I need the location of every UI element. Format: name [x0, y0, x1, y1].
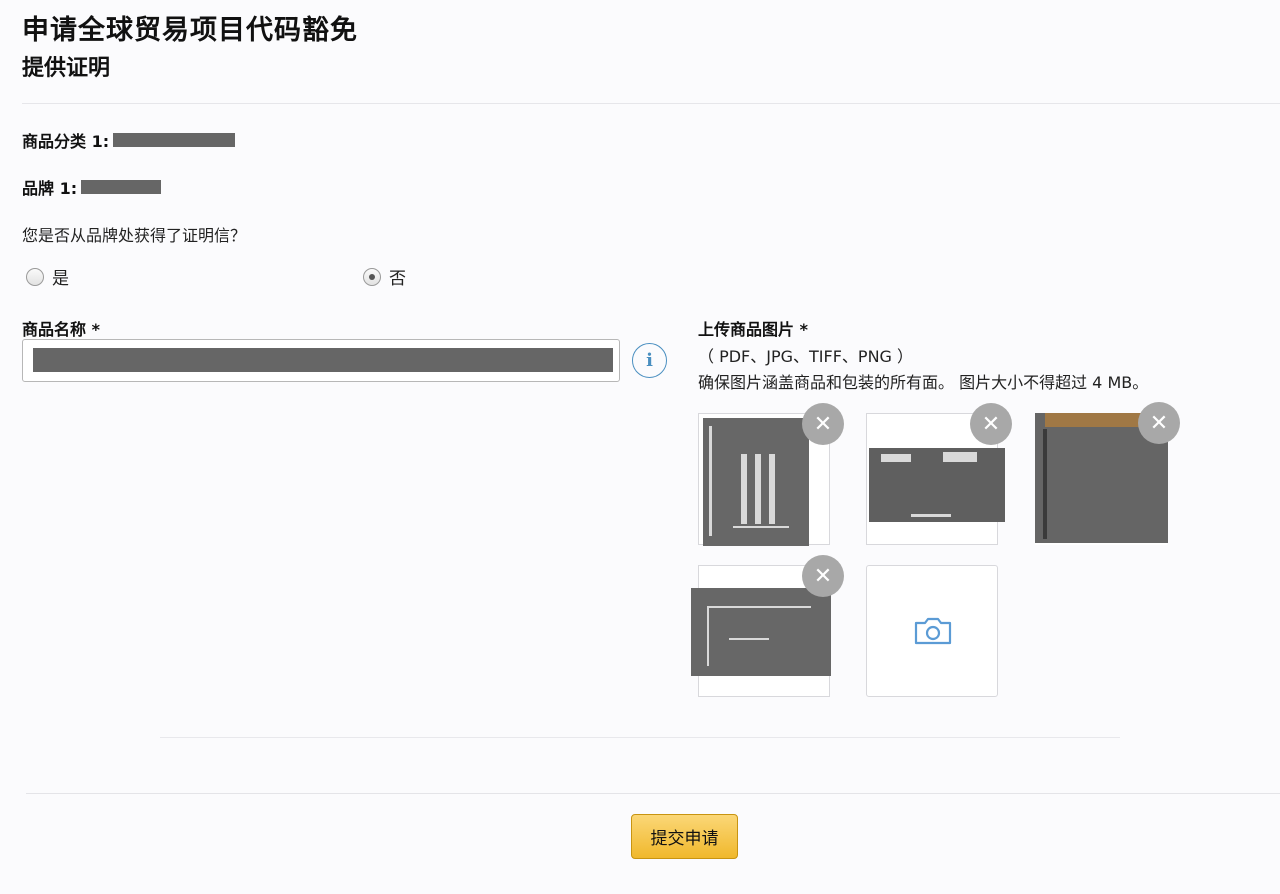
image-preview	[691, 588, 831, 676]
letter-question: 您是否从品牌处获得了证明信？	[22, 226, 247, 245]
close-icon[interactable]: ✕	[970, 403, 1012, 445]
redacted-brand-value	[81, 180, 162, 194]
redacted-category-value	[113, 133, 236, 147]
product-name-input[interactable]	[22, 339, 620, 382]
radio-label-no: 否	[389, 269, 406, 289]
upload-note: 确保图片涵盖商品和包装的所有面。 图片大小不得超过 4 MB。	[698, 373, 1149, 392]
redacted-product-name	[33, 348, 613, 372]
page-title: 申请全球贸易项目代码豁免	[22, 15, 358, 46]
brand-row: 品牌 1:	[22, 175, 162, 199]
uploaded-image-3: ✕	[1035, 402, 1180, 545]
close-icon[interactable]: ✕	[1138, 402, 1180, 444]
uploaded-image-2: ✕	[866, 403, 1012, 545]
submit-button[interactable]: 提交申请	[631, 814, 738, 859]
product-name-label: 商品名称 *	[22, 320, 100, 339]
page-subtitle: 提供证明	[22, 56, 111, 81]
brand-label: 品牌 1:	[22, 179, 78, 198]
category-label: 商品分类 1:	[22, 132, 110, 151]
header-divider	[22, 103, 1280, 104]
camera-icon	[914, 617, 952, 645]
upload-label: 上传商品图片 *	[698, 320, 808, 339]
radio-option-no[interactable]: 否	[363, 264, 406, 289]
category-row: 商品分类 1:	[22, 128, 236, 152]
upload-formats: （ PDF、JPG、TIFF、PNG ）	[698, 347, 914, 366]
radio-option-yes[interactable]: 是	[26, 264, 69, 289]
uploaded-image-1: ✕	[698, 403, 844, 546]
uploaded-image-4: ✕	[691, 555, 844, 697]
radio-label-yes: 是	[52, 269, 69, 289]
close-icon[interactable]: ✕	[802, 555, 844, 597]
radio-button-yes[interactable]	[26, 267, 44, 286]
info-icon[interactable]: i	[632, 343, 667, 378]
add-image-button[interactable]	[866, 565, 998, 697]
close-icon[interactable]: ✕	[802, 403, 844, 445]
radio-button-no[interactable]	[363, 267, 381, 286]
footer-divider	[26, 793, 1280, 794]
section-divider	[160, 737, 1120, 738]
